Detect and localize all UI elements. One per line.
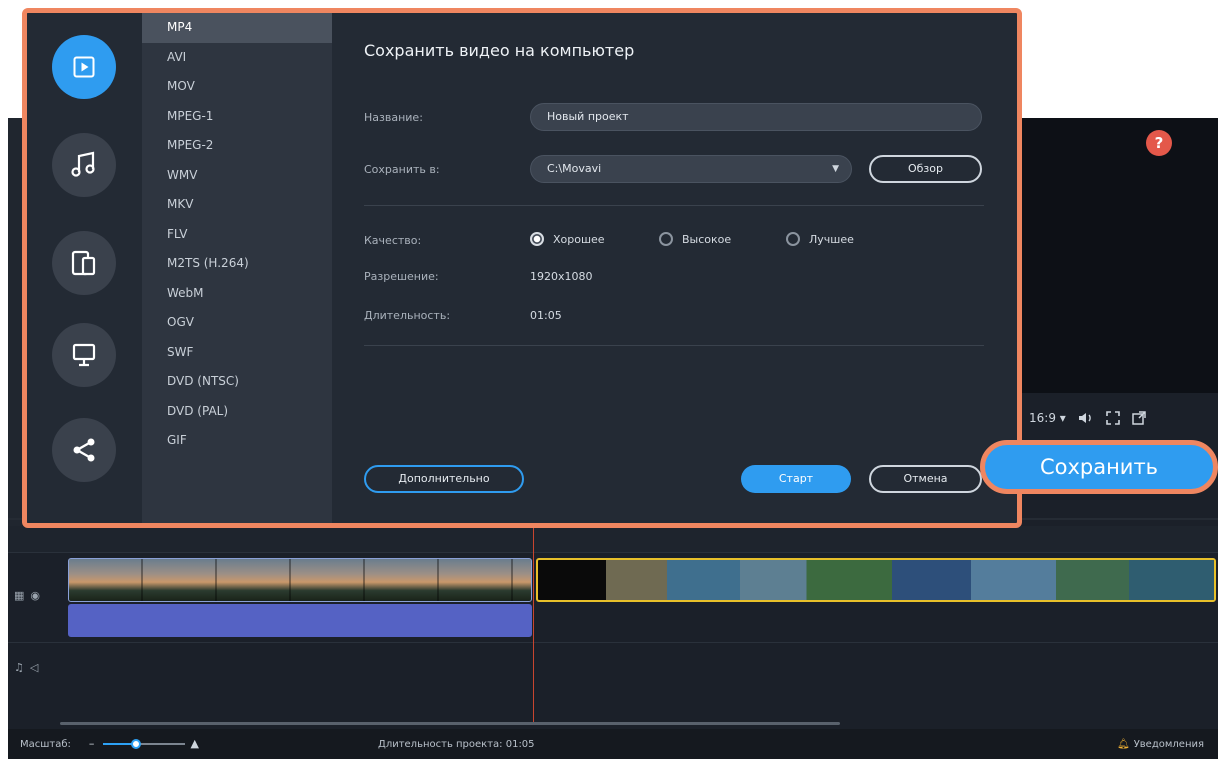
export-dialog: MP4 AVI MOV MPEG-1 MPEG-2 WMV MKV FLV M2…: [22, 8, 1022, 528]
format-item-mov[interactable]: MOV: [142, 72, 332, 102]
category-share-button[interactable]: [52, 418, 116, 482]
divider: [364, 205, 984, 206]
monitor-icon: [71, 342, 97, 368]
format-item-swf[interactable]: SWF: [142, 338, 332, 368]
format-list: MP4 AVI MOV MPEG-1 MPEG-2 WMV MKV FLV M2…: [142, 13, 332, 523]
category-tv-button[interactable]: [52, 323, 116, 387]
category-video-button[interactable]: [52, 35, 116, 99]
name-field-value: Новый проект: [547, 110, 629, 123]
format-item-mpeg2[interactable]: MPEG-2: [142, 131, 332, 161]
player-toolbar: 16:9 ▾: [1013, 398, 1218, 438]
radio-checked-icon: [530, 232, 544, 246]
project-duration: Длительность проекта: 01:05: [378, 738, 535, 750]
share-icon: [70, 436, 98, 464]
quality-option-high[interactable]: Высокое: [659, 232, 731, 246]
zoom-in-icon[interactable]: ▲: [190, 737, 198, 750]
cancel-button[interactable]: Отмена: [869, 465, 982, 493]
video-icon: [72, 55, 96, 79]
format-item-gif[interactable]: GIF: [142, 426, 332, 456]
format-item-ogv[interactable]: OGV: [142, 308, 332, 338]
format-item-mkv[interactable]: MKV: [142, 190, 332, 220]
export-category-list: [27, 13, 142, 523]
video-clip[interactable]: [68, 558, 532, 602]
mute-icon[interactable]: ◁: [30, 661, 38, 674]
format-item-flv[interactable]: FLV: [142, 220, 332, 250]
chevron-down-icon: ▼: [832, 164, 839, 174]
volume-icon[interactable]: [1078, 411, 1094, 425]
timeline-scrollbar[interactable]: [60, 722, 840, 725]
resolution-value: 1920x1080: [530, 270, 593, 283]
timeline-ruler: [8, 526, 1218, 552]
name-label: Название:: [364, 111, 423, 124]
help-button[interactable]: ?: [1146, 130, 1172, 156]
notifications-label: Уведомления: [1133, 738, 1204, 750]
name-field[interactable]: Новый проект: [530, 103, 982, 131]
zoom-out-icon[interactable]: –: [89, 737, 95, 750]
format-item-dvd-pal[interactable]: DVD (PAL): [142, 397, 332, 427]
start-button[interactable]: Старт: [741, 465, 851, 493]
quality-option-label: Хорошее: [553, 232, 605, 246]
status-bar: Масштаб: – ▲ Длительность проекта: 01:05…: [8, 729, 1218, 759]
playhead[interactable]: [533, 523, 534, 723]
quality-option-label: Лучшее: [809, 232, 854, 246]
resolution-label: Разрешение:: [364, 270, 439, 283]
quality-option-label: Высокое: [682, 232, 732, 246]
duration-value: 01:05: [530, 309, 562, 322]
format-item-mpeg1[interactable]: MPEG-1: [142, 102, 332, 132]
dialog-title: Сохранить видео на компьютер: [364, 41, 635, 60]
quality-option-best[interactable]: Лучшее: [786, 232, 854, 246]
left-panel-strip: [8, 118, 22, 538]
music-icon: [71, 151, 97, 179]
browse-button[interactable]: Обзор: [869, 155, 982, 183]
devices-icon: [70, 249, 98, 277]
radio-icon: [786, 232, 800, 246]
duration-label: Длительность:: [364, 309, 451, 322]
fullscreen-icon[interactable]: [1105, 411, 1120, 425]
advanced-button[interactable]: Дополнительно: [364, 465, 524, 493]
bell-icon: 🔔︎: [1116, 738, 1130, 750]
notifications-button[interactable]: 🔔︎ Уведомления: [1117, 739, 1204, 750]
save-to-value: C:\Movavi: [547, 162, 602, 175]
format-item-m2ts[interactable]: M2TS (H.264): [142, 249, 332, 279]
quality-option-good[interactable]: Хорошее: [530, 232, 605, 246]
divider: [364, 345, 984, 346]
save-to-select[interactable]: C:\Movavi ▼: [530, 155, 852, 183]
visibility-icon[interactable]: ◉: [30, 589, 40, 602]
music-note-icon: ♫: [14, 661, 24, 674]
save-button[interactable]: Сохранить: [980, 440, 1218, 494]
audio-track-controls: ♫ ◁: [14, 661, 38, 674]
aspect-ratio-select[interactable]: 16:9 ▾: [1029, 411, 1066, 425]
detach-player-icon[interactable]: [1132, 411, 1146, 425]
quality-label: Качество:: [364, 234, 422, 247]
audio-track: ♫ ◁: [8, 642, 1218, 722]
preview-player: [1013, 118, 1218, 393]
export-settings: Сохранить видео на компьютер Название: Н…: [332, 13, 1017, 523]
category-devices-button[interactable]: [52, 231, 116, 295]
zoom-label: Масштаб:: [20, 738, 71, 750]
video-track-icon: ▦: [14, 589, 25, 602]
audio-clip[interactable]: [68, 604, 532, 637]
save-to-label: Сохранить в:: [364, 163, 440, 176]
video-clip-selected[interactable]: [536, 558, 1216, 602]
radio-icon: [659, 232, 673, 246]
zoom-slider[interactable]: – ▲: [89, 737, 199, 751]
video-track-controls: ▦ ◉: [14, 589, 40, 602]
category-audio-button[interactable]: [52, 133, 116, 197]
format-item-avi[interactable]: AVI: [142, 43, 332, 73]
format-item-webm[interactable]: WebM: [142, 279, 332, 309]
format-item-wmv[interactable]: WMV: [142, 161, 332, 191]
format-item-dvd-ntsc[interactable]: DVD (NTSC): [142, 367, 332, 397]
format-item-mp4[interactable]: MP4: [142, 13, 332, 43]
zoom-slider-knob[interactable]: [130, 739, 141, 749]
